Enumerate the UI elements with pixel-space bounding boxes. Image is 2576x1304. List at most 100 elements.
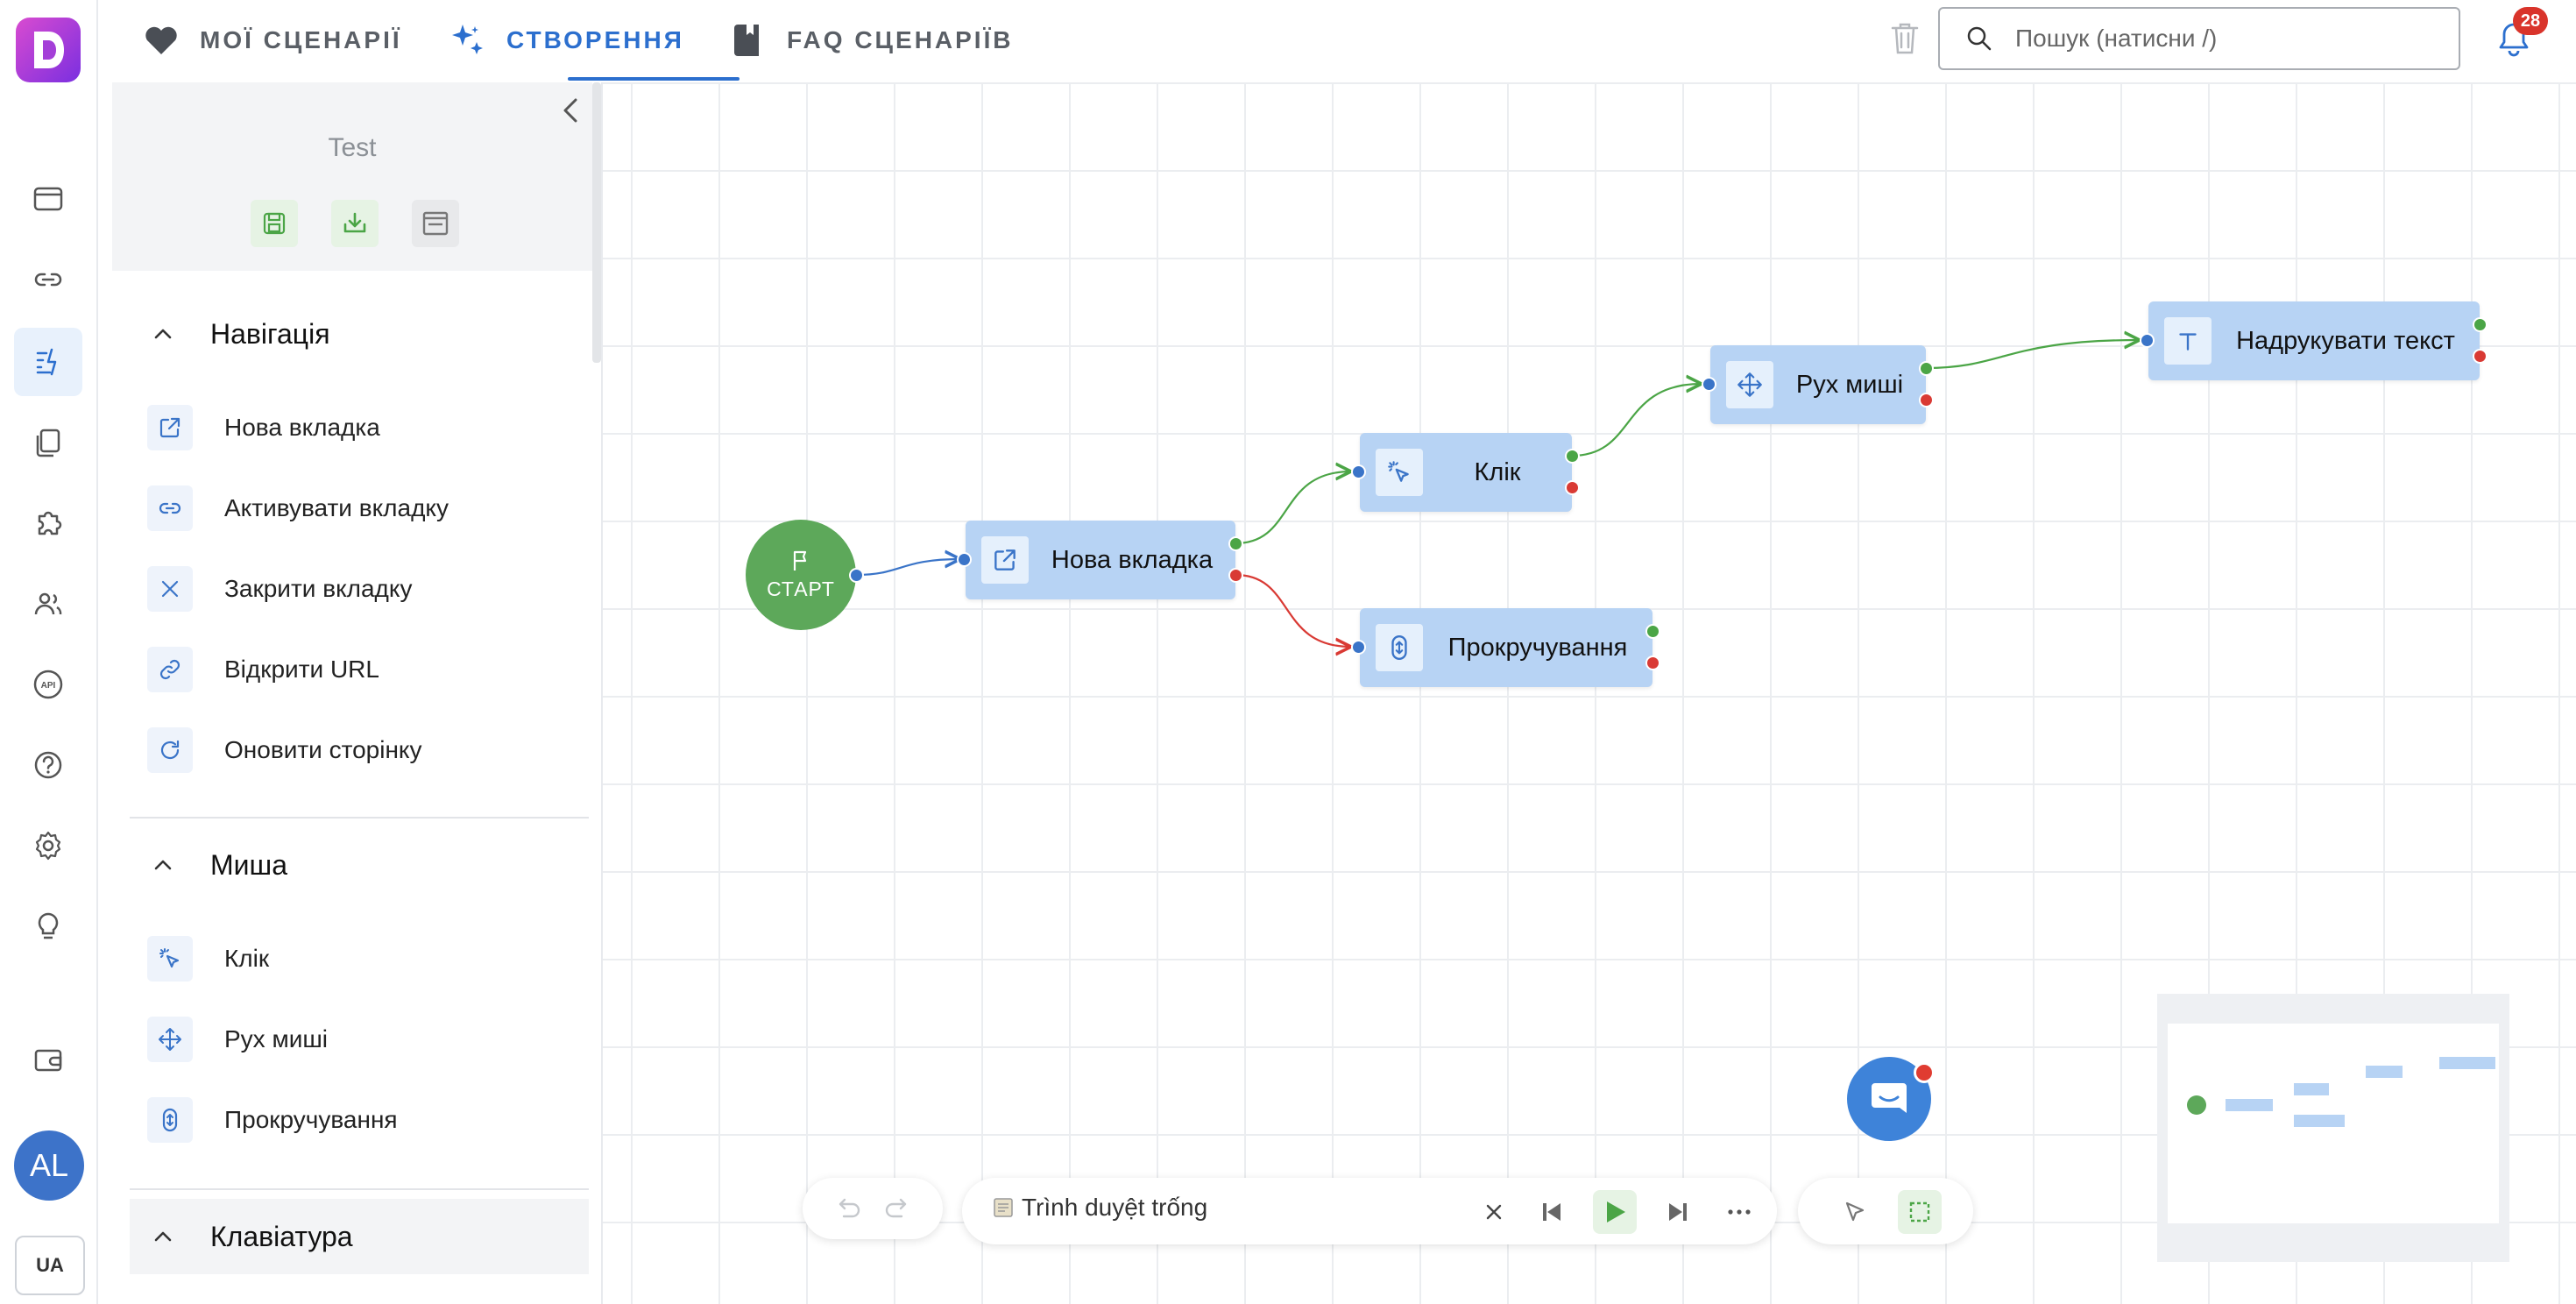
search-box[interactable]	[1938, 7, 2460, 70]
start-label: СТАРТ	[767, 577, 835, 600]
action-label: Активувати вкладку	[224, 494, 449, 521]
action-label: Нова вкладка	[224, 414, 380, 441]
panel-scrollbar[interactable]	[592, 82, 601, 363]
avatar[interactable]: AL	[14, 1130, 84, 1201]
section-mouse[interactable]: Миша	[130, 827, 589, 903]
rail-wallet[interactable]	[14, 1025, 82, 1094]
pointer-tool-button[interactable]	[1833, 1190, 1877, 1234]
search-input[interactable]	[2013, 24, 2438, 53]
rail-help[interactable]	[14, 731, 82, 799]
success-port[interactable]	[1228, 536, 1243, 551]
step-back-button[interactable]	[1530, 1190, 1574, 1234]
action-mouse-move[interactable]: Рух миші	[147, 1013, 328, 1066]
error-port[interactable]	[1565, 480, 1580, 495]
clear-browser-button[interactable]	[1472, 1190, 1516, 1234]
node-click[interactable]: Клік	[1360, 433, 1572, 512]
document-icon	[422, 211, 449, 236]
input-port[interactable]	[1351, 640, 1366, 655]
left-rail: API AL UA	[0, 0, 98, 1304]
gear-icon	[35, 831, 61, 861]
rail-proxies[interactable]	[14, 245, 82, 314]
rail-extensions[interactable]	[14, 489, 82, 557]
node-type-text[interactable]: Надрукувати текст	[2148, 301, 2480, 380]
save-as-button[interactable]	[331, 200, 379, 247]
window-icon	[33, 187, 63, 211]
rail-browser-profiles[interactable]	[14, 165, 82, 233]
success-port[interactable]	[1645, 624, 1660, 639]
scenario-canvas[interactable]: СТАРТ Нова вкладка Клік Прокручування Ру…	[603, 82, 2576, 1304]
click-icon	[1388, 461, 1409, 482]
selection-tools	[1798, 1178, 1973, 1244]
tab-label: МОЇ СЦЕНАРІЇ	[200, 26, 402, 53]
section-divider	[130, 817, 589, 819]
rail-api[interactable]: API	[14, 650, 82, 719]
action-label: Рух миші	[224, 1025, 329, 1052]
download-tray-icon	[343, 212, 366, 233]
app-logo[interactable]	[16, 18, 81, 82]
node-new-tab[interactable]: Нова вкладка	[966, 521, 1235, 599]
action-scroll[interactable]: Прокручування	[147, 1094, 398, 1146]
action-close-tab[interactable]: Закрити вкладку	[147, 563, 412, 615]
input-port[interactable]	[1702, 377, 1716, 392]
start-output-port[interactable]	[849, 568, 864, 583]
error-port[interactable]	[1228, 568, 1243, 583]
error-port[interactable]	[2473, 349, 2488, 364]
action-open-url[interactable]: Відкрити URL	[147, 643, 379, 696]
node-scroll[interactable]: Прокручування	[1360, 608, 1652, 687]
marquee-select-icon	[1909, 1201, 1930, 1222]
rail-settings[interactable]	[14, 811, 82, 880]
section-navigation[interactable]: Навігація	[130, 296, 589, 372]
error-port[interactable]	[1919, 393, 1934, 408]
chevron-left-icon[interactable]	[555, 93, 590, 128]
input-port[interactable]	[957, 552, 972, 567]
minimap-node	[2294, 1083, 2329, 1095]
rail-ideas[interactable]	[14, 892, 82, 960]
bookmarks-icon	[36, 429, 60, 457]
tab-my-scenarios[interactable]: МОЇ СЦЕНАРІЇ	[142, 0, 402, 81]
input-port[interactable]	[1351, 464, 1366, 479]
play-button[interactable]	[1593, 1190, 1637, 1234]
rail-bookmarks[interactable]	[14, 408, 82, 477]
redo-icon[interactable]	[882, 1195, 912, 1222]
action-label: Клік	[224, 945, 270, 972]
tab-create[interactable]: СТВОРЕННЯ	[449, 0, 684, 81]
browser-selector[interactable]: Trình duyệt trống	[992, 1194, 1207, 1222]
input-port[interactable]	[2140, 333, 2155, 348]
success-port[interactable]	[1919, 361, 1934, 376]
more-options-button[interactable]	[1717, 1190, 1761, 1234]
language-switch[interactable]: UA	[15, 1236, 85, 1295]
action-click[interactable]: Клік	[147, 932, 269, 985]
notes-button[interactable]	[412, 200, 459, 247]
minimap[interactable]	[2157, 994, 2509, 1262]
action-refresh-page[interactable]: Оновити сторінку	[147, 724, 421, 776]
box-select-tool-button[interactable]	[1898, 1190, 1942, 1234]
logo-icon	[34, 32, 64, 68]
api-icon: API	[33, 670, 63, 699]
move-icon	[159, 1028, 181, 1051]
play-icon	[1607, 1201, 1625, 1222]
start-node[interactable]: СТАРТ	[746, 520, 856, 630]
action-new-tab[interactable]: Нова вкладка	[147, 401, 380, 454]
step-forward-button[interactable]	[1656, 1190, 1700, 1234]
success-port[interactable]	[1565, 449, 1580, 464]
save-button[interactable]	[251, 200, 298, 247]
edge-new-tab-to-click	[1235, 471, 1351, 545]
open-tab-icon	[159, 417, 180, 438]
success-port[interactable]	[2473, 317, 2488, 332]
skip-back-icon	[1543, 1203, 1560, 1221]
error-port[interactable]	[1645, 656, 1660, 670]
rail-team[interactable]	[14, 570, 82, 638]
notifications-badge: 28	[2513, 7, 2548, 35]
trash-icon[interactable]	[1889, 21, 1921, 56]
edge-mouse-move-to-type	[1925, 340, 2140, 370]
tab-faq[interactable]: FAQ СЦЕНАРІЇВ	[729, 0, 1014, 81]
scenario-name[interactable]: Test	[112, 133, 592, 163]
section-keyboard[interactable]: Клавіатура	[130, 1199, 589, 1274]
rail-scenarios[interactable]	[14, 328, 82, 396]
avatar-initials: AL	[29, 1147, 69, 1183]
node-mouse-move[interactable]: Рух миші	[1710, 345, 1926, 424]
undo-icon[interactable]	[833, 1195, 863, 1222]
browser-label: Trình duyệt trống	[1022, 1194, 1208, 1221]
action-activate-tab[interactable]: Активувати вкладку	[147, 482, 449, 535]
close-icon	[161, 580, 179, 598]
